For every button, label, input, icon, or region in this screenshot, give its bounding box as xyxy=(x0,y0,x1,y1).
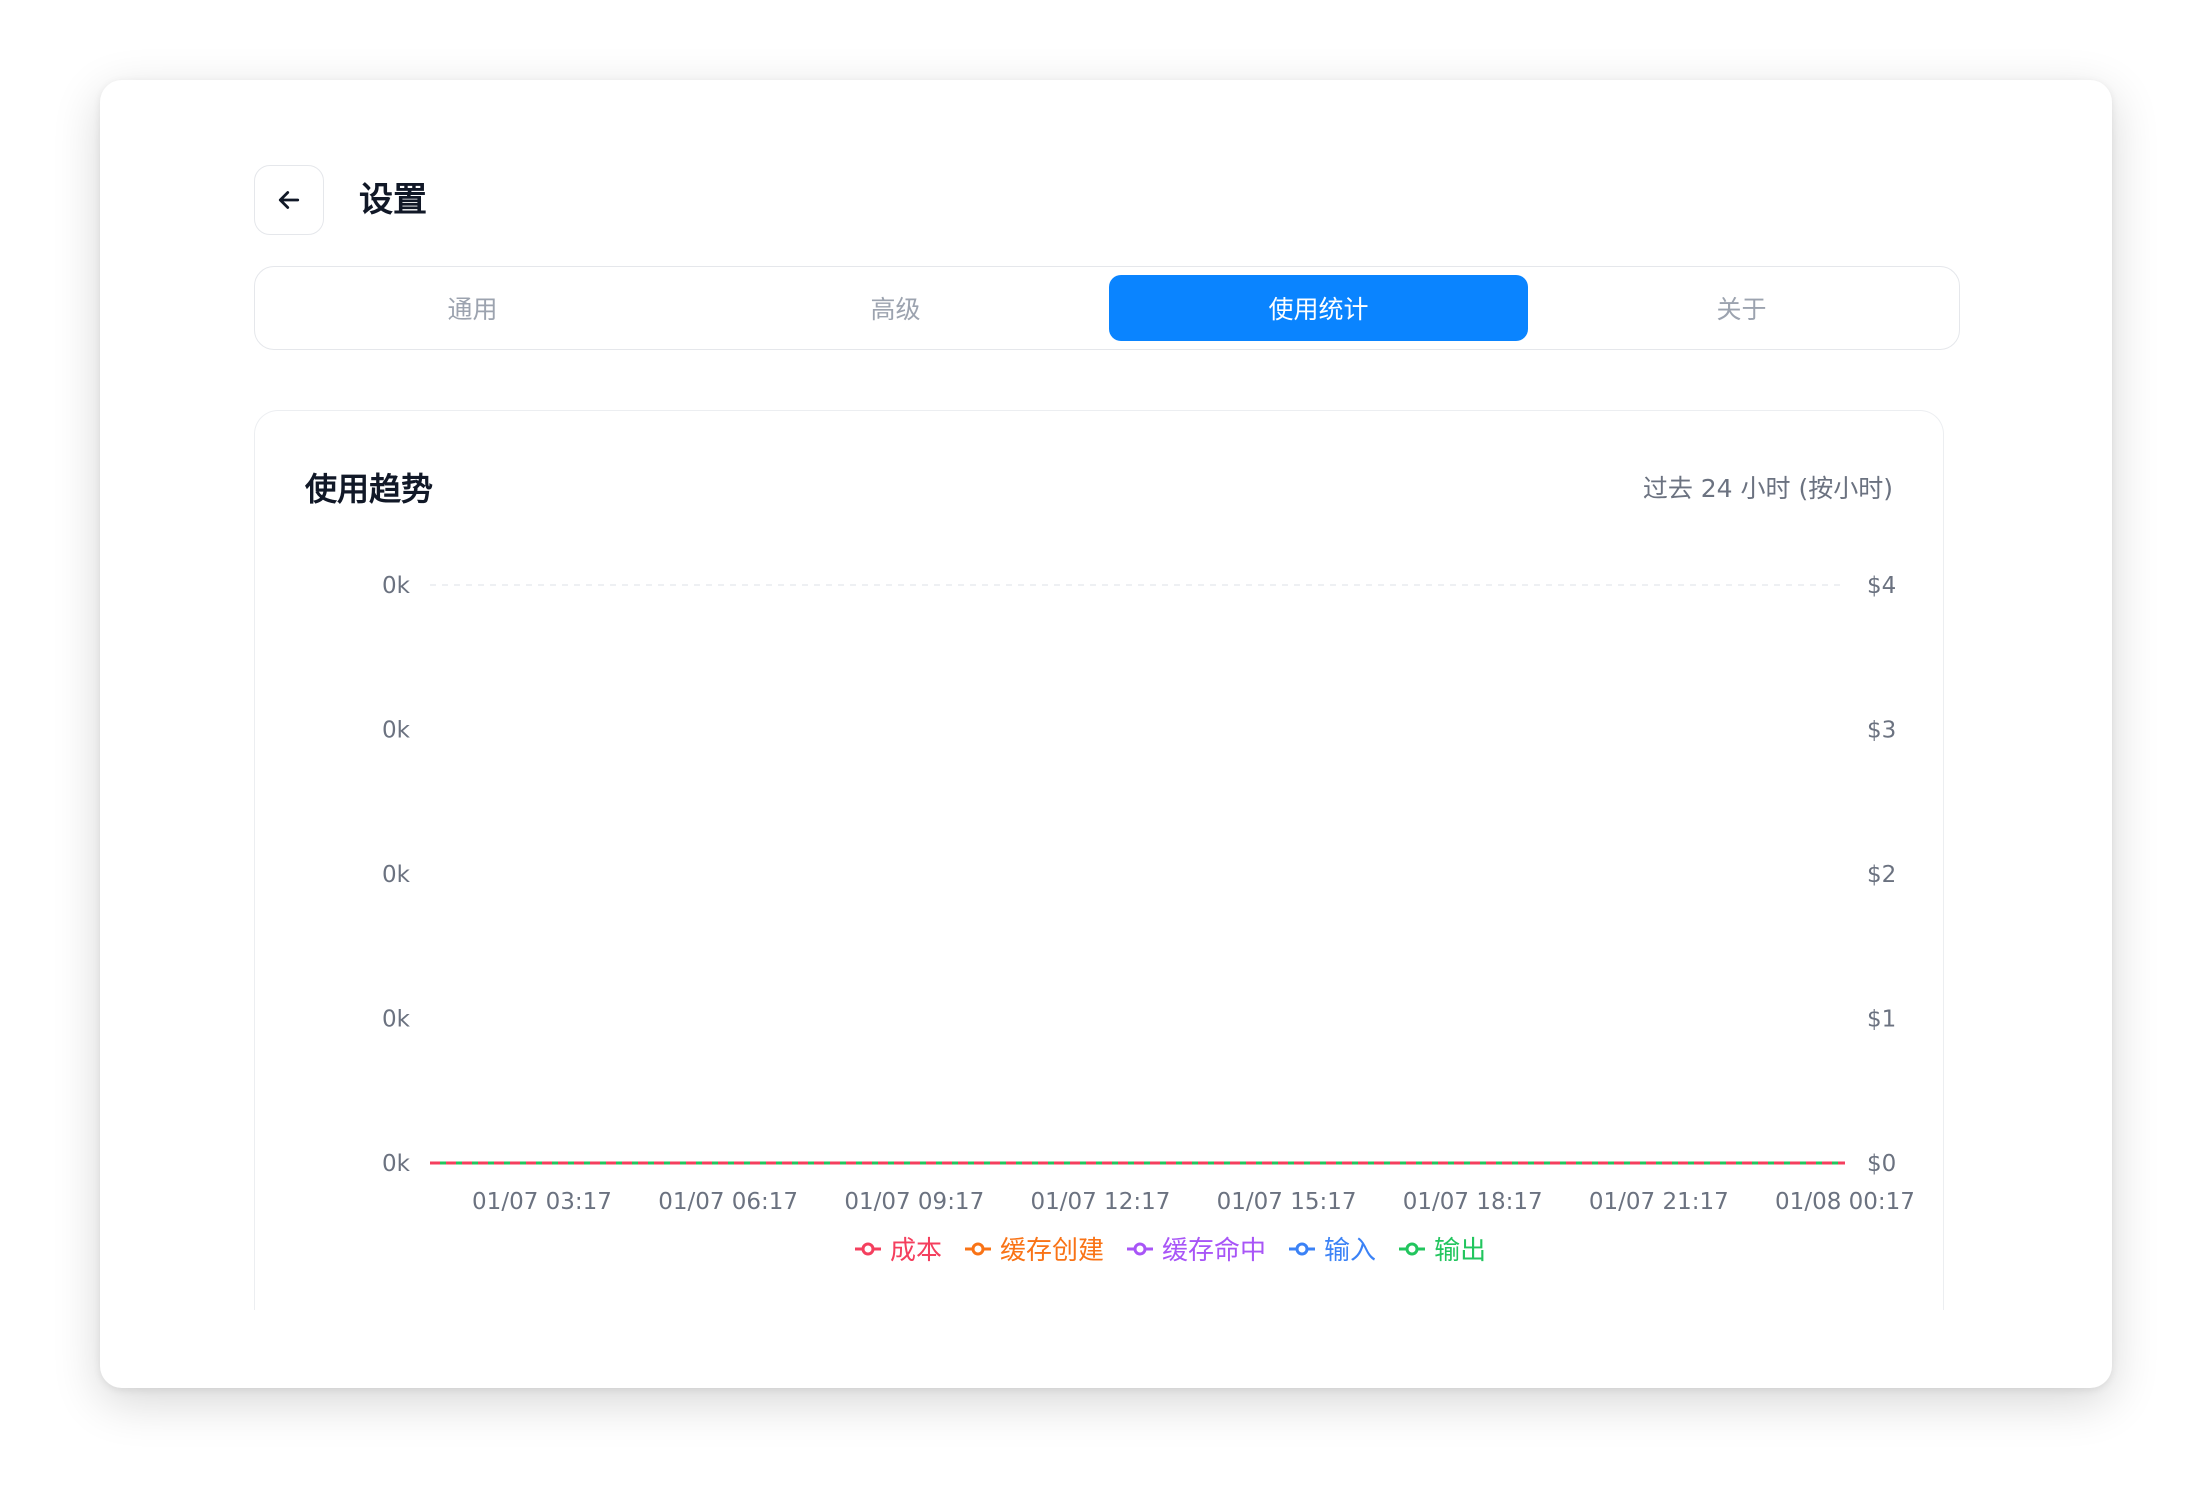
legend-item[interactable]: 输出 xyxy=(1398,1230,1486,1267)
chart-legend: 成本 缓存创建 缓存命中 输入 输出 xyxy=(854,1230,1486,1267)
usage-chart: 0k 0k 0k 0k 0k $4 $3 $2 $1 $0 01/07 03:17 01/07 06:… xyxy=(382,573,1915,1215)
y-left-tick-label: 0k xyxy=(382,862,411,888)
arrow-left-icon xyxy=(278,191,300,209)
tab-usage-stats[interactable]: 使用统计 xyxy=(1109,275,1528,341)
tab-about[interactable]: 关于 xyxy=(1532,275,1951,341)
legend-line-dot-icon xyxy=(855,1242,881,1255)
legend-item[interactable]: 成本 xyxy=(854,1230,942,1267)
legend-line-dot-icon xyxy=(965,1242,992,1255)
y-right-tick-label: $4 xyxy=(1867,573,1896,599)
legend-label: 成本 xyxy=(890,1236,943,1266)
x-tick-label: 01/07 21:17 xyxy=(1589,1189,1729,1215)
y-left-tick-label: 0k xyxy=(382,1007,411,1033)
y-right-tick-label: $1 xyxy=(1867,1007,1896,1033)
legend-label: 缓存创建 xyxy=(1000,1236,1105,1266)
tab-advanced[interactable]: 高级 xyxy=(686,275,1105,341)
y-left-tick-label: 0k xyxy=(382,718,411,744)
legend-item[interactable]: 缓存创建 xyxy=(964,1230,1104,1267)
back-button[interactable] xyxy=(254,165,324,235)
y-right-tick-label: $3 xyxy=(1867,718,1896,744)
legend-line-dot-icon xyxy=(1399,1242,1426,1255)
settings-window: 设置 通用 高级 使用统计 关于 使用趋势 过去 24 小时 (按小时) 0k 0… xyxy=(100,80,2112,1388)
legend-label: 输入 xyxy=(1324,1236,1377,1266)
y-right-tick-label: $0 xyxy=(1867,1151,1896,1177)
x-tick-label: 01/07 18:17 xyxy=(1403,1189,1543,1215)
y-left-tick-label: 0k xyxy=(382,1151,411,1177)
usage-trend-card: 使用趋势 过去 24 小时 (按小时) 0k 0k 0k 0k 0k $4 $3 $2 $1 $0… xyxy=(254,410,1944,1310)
tab-general[interactable]: 通用 xyxy=(263,275,682,341)
legend-label: 输出 xyxy=(1434,1236,1487,1266)
legend-label: 缓存命中 xyxy=(1162,1236,1267,1266)
x-tick-label: 01/08 00:17 xyxy=(1775,1189,1915,1215)
tab-bar: 通用 高级 使用统计 关于 xyxy=(254,266,1960,350)
legend-line-dot-icon xyxy=(1127,1242,1154,1255)
x-tick-label: 01/07 15:17 xyxy=(1217,1189,1357,1215)
legend-item[interactable]: 缓存命中 xyxy=(1126,1230,1266,1267)
x-tick-label: 01/07 09:17 xyxy=(844,1189,984,1215)
y-right-tick-label: $2 xyxy=(1867,862,1896,888)
x-tick-label: 01/07 12:17 xyxy=(1030,1189,1170,1215)
legend-line-dot-icon xyxy=(1289,1242,1316,1255)
y-left-tick-label: 0k xyxy=(382,573,411,599)
page-title: 设置 xyxy=(359,180,427,220)
x-tick-label: 01/07 06:17 xyxy=(658,1189,798,1215)
x-tick-label: 01/07 03:17 xyxy=(472,1189,612,1215)
legend-item[interactable]: 输入 xyxy=(1288,1230,1376,1267)
